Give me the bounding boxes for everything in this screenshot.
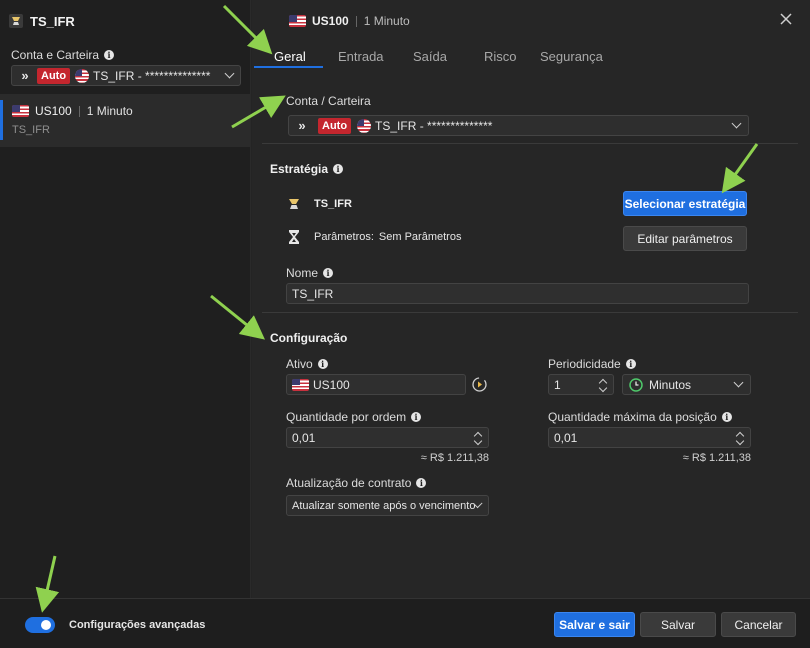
arrow-to-geral-tab [222, 4, 273, 55]
annotation-arrows [35, 4, 759, 613]
arrow-to-configuracao [210, 294, 265, 340]
arrow-to-conta [231, 95, 286, 129]
arrow-to-advanced-toggle [35, 555, 60, 613]
arrow-to-select-strategy [721, 143, 759, 194]
